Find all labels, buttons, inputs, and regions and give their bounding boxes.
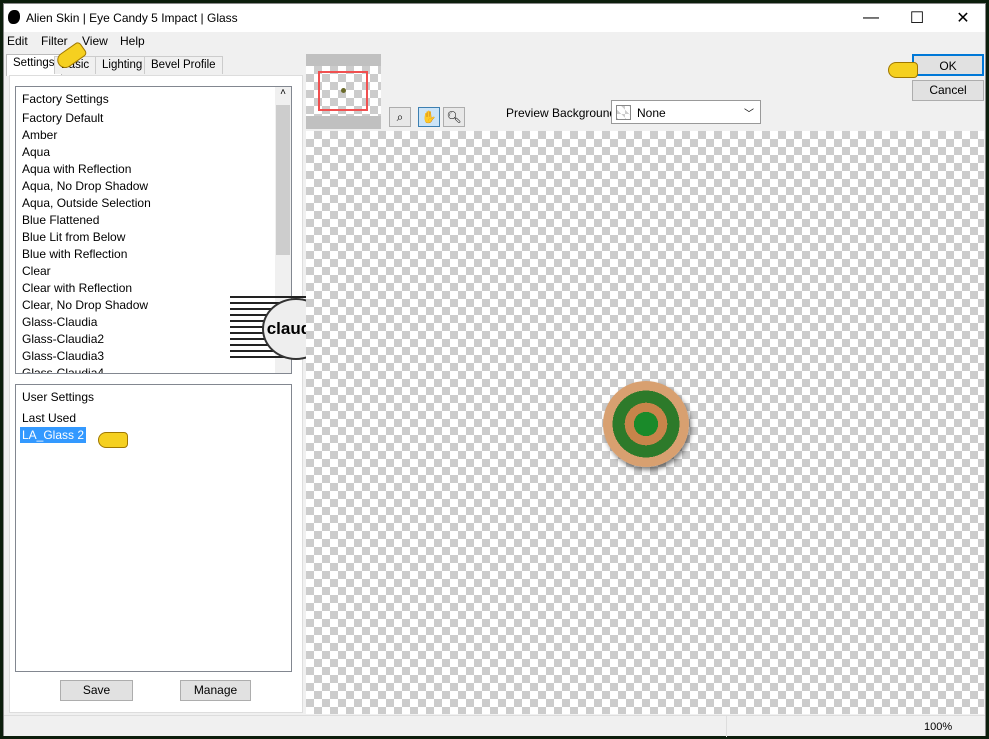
list-item[interactable]: Aqua, No Drop Shadow xyxy=(16,178,291,195)
glass-effect-preview xyxy=(603,381,689,467)
list-item[interactable]: Blue Flattened xyxy=(16,212,291,229)
navigator-thumbnail[interactable] xyxy=(306,54,381,129)
ok-button[interactable]: OK xyxy=(912,54,984,76)
list-item[interactable]: Clear xyxy=(16,263,291,280)
zoom-tool-icon[interactable]: 🔍︎ xyxy=(443,107,465,127)
user-settings-header: User Settings xyxy=(22,390,95,404)
app-icon xyxy=(8,10,20,24)
title-bar: Alien Skin | Eye Candy 5 Impact | Glass … xyxy=(4,4,985,32)
menu-view[interactable]: View xyxy=(82,34,108,48)
preview-canvas[interactable] xyxy=(306,131,984,714)
list-item[interactable]: Factory Default xyxy=(16,110,291,127)
list-item[interactable]: Last Used xyxy=(16,410,291,427)
eye-candy-window: Alien Skin | Eye Candy 5 Impact | Glass … xyxy=(3,3,986,737)
preview-background-value: None xyxy=(637,106,666,120)
tab-bevel-profile[interactable]: Bevel Profile xyxy=(144,56,223,74)
preview-background-label: Preview Background: xyxy=(506,106,620,120)
chevron-down-icon: ﹀ xyxy=(744,109,754,120)
list-item[interactable]: Clear with Reflection xyxy=(16,280,291,297)
pointing-hand-icon xyxy=(888,62,918,78)
preview-background-select[interactable]: None ﹀ xyxy=(611,100,761,124)
list-item[interactable]: Blue Lit from Below xyxy=(16,229,291,246)
hand-tool-icon[interactable]: ✋ xyxy=(418,107,440,127)
swatch-icon xyxy=(616,105,631,120)
list-item-selected[interactable]: LA_Glass 2 xyxy=(16,427,291,444)
factory-settings-header: Factory Settings xyxy=(22,92,109,106)
list-item[interactable]: Aqua, Outside Selection xyxy=(16,195,291,212)
cancel-button[interactable]: Cancel xyxy=(912,80,984,101)
status-bar: 100% xyxy=(4,715,985,737)
maximize-button[interactable]: ☐ xyxy=(894,4,940,32)
save-button[interactable]: Save xyxy=(60,680,133,701)
list-item[interactable]: Aqua with Reflection xyxy=(16,161,291,178)
menu-filter[interactable]: Filter xyxy=(41,34,68,48)
menu-help[interactable]: Help xyxy=(120,34,145,48)
list-item[interactable]: Aqua xyxy=(16,144,291,161)
manage-button[interactable]: Manage xyxy=(180,680,251,701)
pointing-hand-icon xyxy=(98,432,128,448)
list-item[interactable]: Glass-Claudia4 xyxy=(16,365,291,373)
tab-lighting[interactable]: Lighting xyxy=(95,56,150,74)
zoom-level: 100% xyxy=(924,721,953,733)
menu-edit[interactable]: Edit xyxy=(7,34,28,48)
window-title: Alien Skin | Eye Candy 5 Impact | Glass xyxy=(26,11,238,25)
scrollbar-thumb[interactable] xyxy=(276,105,290,255)
settings-panel: Factory Settings Factory Default Amber Aqu… xyxy=(9,75,303,713)
list-item[interactable]: Blue with Reflection xyxy=(16,246,291,263)
minimize-button[interactable]: — xyxy=(848,4,894,32)
zoom-reset-icon[interactable]: ⌕ xyxy=(389,107,411,127)
user-settings-list[interactable]: User Settings Last Used LA_Glass 2 xyxy=(15,384,292,672)
close-button[interactable]: ✕ xyxy=(940,4,986,32)
list-item[interactable]: Amber xyxy=(16,127,291,144)
